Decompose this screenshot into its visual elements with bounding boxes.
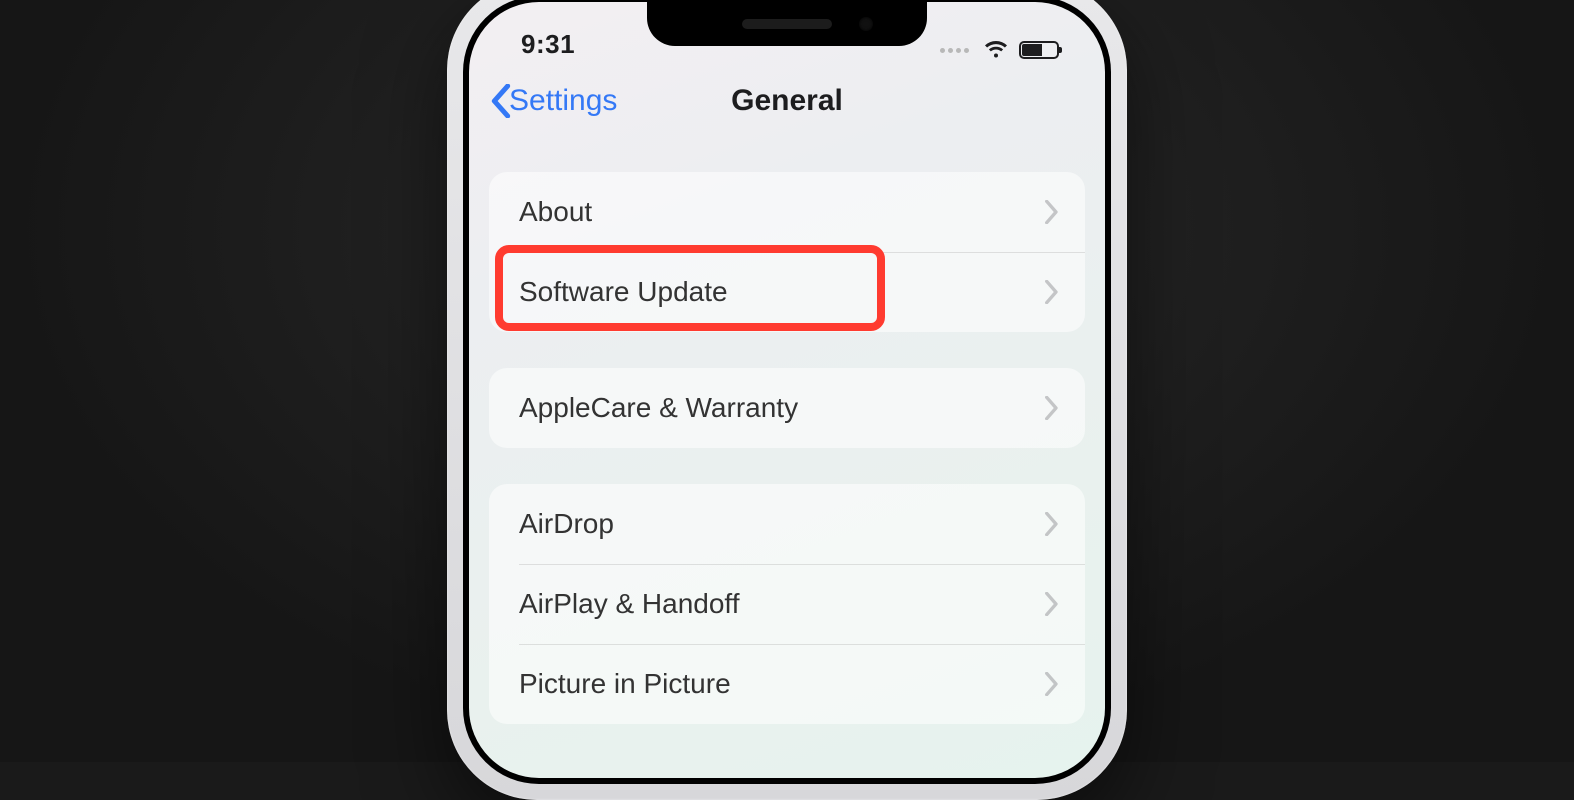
row-about[interactable]: About	[489, 172, 1085, 252]
row-label: About	[519, 196, 592, 228]
phone-notch	[647, 2, 927, 46]
row-label: AirDrop	[519, 508, 614, 540]
phone-screen: 9:31 Settings General	[469, 2, 1105, 778]
settings-group-3: AirDrop AirPlay & Handoff Picture in Pic…	[489, 484, 1085, 724]
settings-group-1: About Software Update	[489, 172, 1085, 332]
chevron-right-icon	[1045, 280, 1059, 304]
chevron-left-icon	[491, 84, 511, 118]
status-time: 9:31	[521, 29, 575, 60]
row-picture-in-picture[interactable]: Picture in Picture	[489, 644, 1085, 724]
row-label: AppleCare & Warranty	[519, 392, 798, 424]
row-label: Software Update	[519, 276, 728, 308]
wifi-icon	[983, 40, 1009, 60]
front-camera	[859, 17, 873, 31]
back-label: Settings	[509, 84, 617, 118]
nav-bar: Settings General	[469, 66, 1105, 136]
battery-icon	[1019, 41, 1059, 59]
row-applecare-warranty[interactable]: AppleCare & Warranty	[489, 368, 1085, 448]
row-software-update[interactable]: Software Update	[489, 252, 1085, 332]
row-airdrop[interactable]: AirDrop	[489, 484, 1085, 564]
page-title: General	[731, 84, 843, 118]
chevron-right-icon	[1045, 512, 1059, 536]
earpiece-speaker	[742, 19, 832, 29]
chevron-right-icon	[1045, 200, 1059, 224]
row-label: AirPlay & Handoff	[519, 588, 740, 620]
settings-group-2: AppleCare & Warranty	[489, 368, 1085, 448]
battery-fill	[1022, 44, 1042, 56]
cellular-dots-icon	[940, 48, 969, 53]
chevron-right-icon	[1045, 592, 1059, 616]
status-indicators	[940, 40, 1059, 60]
settings-content: About Software Update AppleCare & Warran…	[469, 172, 1105, 724]
phone-held: 9:31 Settings General	[447, 0, 1127, 800]
phone-bezel: 9:31 Settings General	[463, 0, 1111, 784]
back-button[interactable]: Settings	[491, 84, 617, 118]
phone-frame: 9:31 Settings General	[447, 0, 1127, 800]
row-label: Picture in Picture	[519, 668, 731, 700]
row-airplay-handoff[interactable]: AirPlay & Handoff	[489, 564, 1085, 644]
chevron-right-icon	[1045, 672, 1059, 696]
chevron-right-icon	[1045, 396, 1059, 420]
